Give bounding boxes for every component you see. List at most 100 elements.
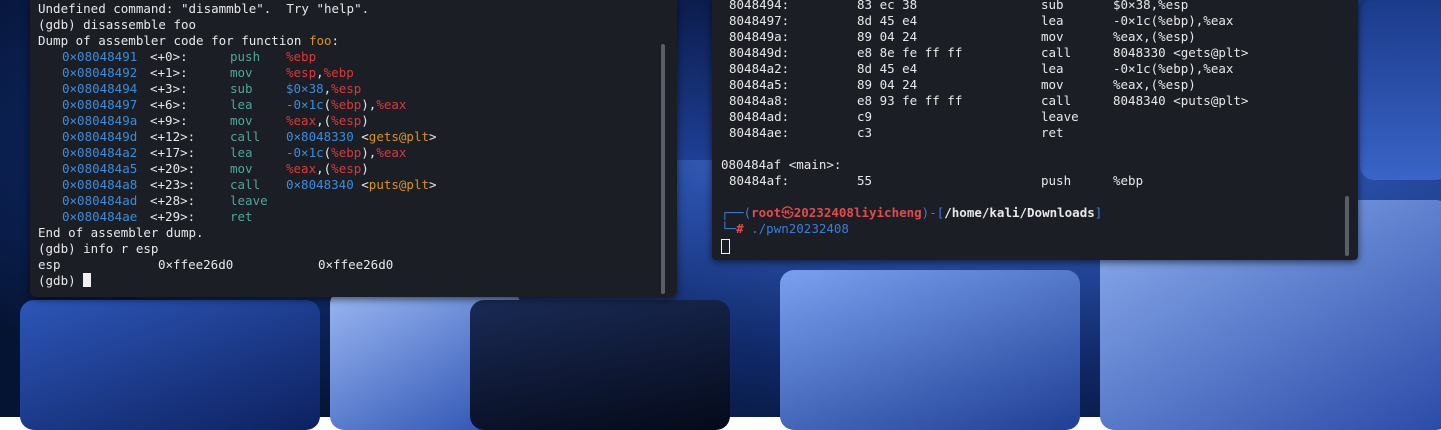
gdb-info-command: (gdb) info r esp [38, 241, 159, 256]
objdump-bytes: c9 [857, 109, 873, 124]
asm-row: 0×08048492 <+1>: mov %esp,%ebp [62, 65, 354, 81]
asm-row: 0×0804849d <+12>: call 0×8048330 <gets@plt> [62, 129, 437, 145]
asm-operand-part: -0×1c [286, 97, 324, 112]
dump-header: Dump of assembler code for function foo: [38, 33, 339, 49]
asm-mnemonic: call [230, 129, 261, 144]
undefined-command-line: Undefined command: "disammble". Try "hel… [38, 1, 370, 16]
asm-address: 0×080484a5 [62, 161, 138, 176]
gdb-prompt-line[interactable]: (gdb) [38, 273, 92, 289]
asm-address: 0×080484ae [62, 209, 138, 224]
prompt-open-paren: ( [743, 205, 752, 220]
asm-operand-part: ) [361, 113, 369, 128]
objdump-args: -0×1c(%ebp),%eax [1113, 61, 1234, 76]
scrollbar[interactable] [1345, 196, 1349, 256]
dump-header-colon: : [331, 33, 340, 48]
asm-offset: <+28>: [150, 193, 196, 208]
objdump-bytes: 8d 45 e4 [857, 13, 918, 28]
prompt-corner-bottom-icon: └─ [721, 221, 737, 236]
prompt-at-symbol: ㉿ [781, 205, 794, 220]
objdump-addr: 80484a5: [729, 77, 790, 92]
objdump-op: call [1041, 45, 1072, 60]
objdump-op: mov [1041, 77, 1064, 92]
asm-mnemonic: call [230, 177, 261, 192]
objdump-addr: 804849a: [729, 29, 790, 44]
asm-operand-part: ), [361, 145, 377, 160]
shell-prompt-line-2[interactable]: └─# ./pwn20232408 [721, 221, 849, 237]
asm-offset: <+17>: [150, 145, 196, 160]
objdump-op: call [1041, 93, 1072, 108]
objdump-bytes: 55 [857, 173, 873, 188]
objdump-row: 80484a2: 8d 45 e4 lea -0×1c(%ebp),%eax [729, 61, 1329, 77]
objdump-op: lea [1041, 13, 1064, 28]
asm-row: 0×080484a2 <+17>: lea -0×1c(%ebp),%eax [62, 145, 406, 161]
asm-operand-part: $0×38 [286, 81, 324, 96]
asm-mnemonic: leave [230, 193, 268, 208]
asm-operand-part: %eax [286, 161, 317, 176]
asm-operands: -0×1c(%ebp),%eax [286, 145, 406, 161]
asm-row: 0×08048497 <+6>: lea -0×1c(%ebp),%eax [62, 97, 406, 113]
asm-row: 0×08048494 <+3>: sub $0×38,%esp [62, 81, 361, 97]
asm-address: 0×08048491 [62, 49, 138, 64]
scrollbar[interactable] [661, 44, 665, 294]
wallpaper-cube [780, 270, 1080, 430]
shell-command: ./pwn20232408 [751, 221, 849, 236]
objdump-bytes: 83 ec 38 [857, 0, 918, 12]
text-cursor [83, 273, 92, 287]
asm-operand-part: gets@plt [368, 129, 430, 144]
asm-address: 0×080484a2 [62, 145, 138, 160]
asm-operand-part: ,( [316, 113, 332, 128]
objdump-op: push [1041, 173, 1072, 188]
prompt-user: root [751, 205, 782, 220]
objdump-row: 80484ad: c9 leave [729, 109, 1329, 125]
shell-terminal-window[interactable]: 8048494: 83 ec 38 sub $0×38,%esp 8048497: 8d … [712, 0, 1358, 260]
end-dump-line: End of assembler dump. [38, 225, 204, 240]
wallpaper-cube [20, 300, 320, 430]
asm-operand-part: 0×8048330 [286, 129, 354, 144]
asm-offset: <+23>: [150, 177, 196, 192]
asm-offset: <+9>: [150, 113, 188, 128]
asm-address: 0×0804849d [62, 129, 138, 144]
objdump-op: sub [1041, 0, 1064, 12]
objdump-bytes: 8d 45 e4 [857, 61, 918, 76]
asm-operands: 0×8048340 <puts@plt> [286, 177, 437, 193]
asm-address: 0×080484a8 [62, 177, 138, 192]
objdump-args: $0×38,%esp [1113, 0, 1189, 12]
gdb-prompt: (gdb) [38, 273, 84, 288]
main-label: 080484af <main>: [721, 157, 842, 172]
objdump-row: 8048494: 83 ec 38 sub $0×38,%esp [729, 0, 1329, 13]
asm-operand-part: %ebp [323, 65, 354, 80]
asm-row: 0×080484a5 <+20>: mov %eax,(%esp) [62, 161, 369, 177]
asm-operand-part: ), [361, 97, 377, 112]
prompt-path: /home/kali/Downloads [944, 205, 1095, 220]
objdump-row: 804849d: e8 8e fe ff ff call 8048330 <gets@… [729, 45, 1329, 61]
asm-address: 0×08048492 [62, 65, 138, 80]
asm-offset: <+12>: [150, 129, 196, 144]
asm-operand-part: -0×1c [286, 145, 324, 160]
gdb-terminal-window[interactable]: Undefined command: "disammble". Try "hel… [30, 0, 677, 297]
wallpaper-cube [470, 300, 730, 430]
asm-operand-part: > [429, 129, 437, 144]
objdump-bytes: e8 8e fe ff ff [857, 45, 963, 60]
function-name: foo [308, 33, 332, 48]
asm-operand-part: %eax [376, 97, 407, 112]
asm-operand-part: %ebp [331, 97, 362, 112]
asm-address: 0×0804849a [62, 113, 138, 128]
register-natural-value: 0×ffee26d0 [318, 257, 394, 272]
asm-mnemonic: mov [230, 113, 253, 128]
asm-offset: <+6>: [150, 97, 188, 112]
asm-operand-part: %eax [286, 113, 317, 128]
asm-row: 0×0804849a <+9>: mov %eax,(%esp) [62, 113, 369, 129]
asm-mnemonic: lea [230, 145, 253, 160]
asm-operand-part: puts@plt [368, 177, 430, 192]
objdump-op: lea [1041, 61, 1064, 76]
root-hash: # [736, 221, 744, 236]
asm-operand-part: %esp [331, 81, 362, 96]
text-cursor [721, 239, 730, 254]
objdump-args: 8048330 <gets@plt> [1113, 45, 1249, 60]
asm-offset: <+20>: [150, 161, 196, 176]
asm-mnemonic: sub [230, 81, 253, 96]
asm-offset: <+29>: [150, 209, 196, 224]
objdump-addr: 80484ae: [729, 125, 790, 140]
dump-header-text: Dump of assembler code for function [38, 33, 309, 48]
asm-operand-part: ,( [316, 161, 332, 176]
